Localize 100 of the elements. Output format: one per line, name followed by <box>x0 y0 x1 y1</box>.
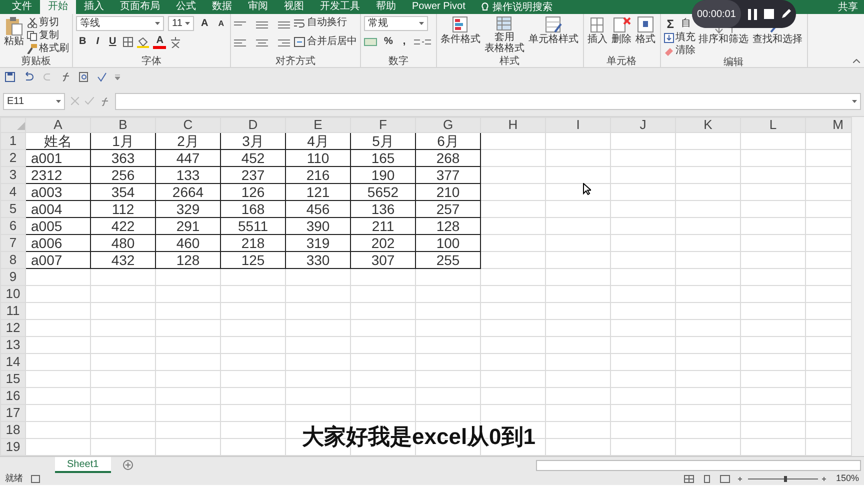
row-header[interactable]: 18 <box>0 422 26 438</box>
column-header[interactable]: A <box>26 118 90 132</box>
name-box[interactable]: E11 <box>3 92 65 110</box>
table-cell: 5511 <box>220 218 286 234</box>
percent-button[interactable]: % <box>381 35 396 49</box>
underline-button[interactable]: U <box>106 35 120 49</box>
ribbon-button[interactable]: 删除 <box>610 16 633 45</box>
row-header[interactable]: 10 <box>0 286 26 302</box>
grow-font-button[interactable]: A <box>198 16 212 30</box>
ribbon-tab[interactable]: 文件 <box>4 0 40 14</box>
table-cell: 6月 <box>416 132 480 150</box>
add-sheet-icon[interactable] <box>122 460 133 470</box>
stop-icon[interactable] <box>764 9 774 19</box>
ribbon-button[interactable]: 剪切 <box>27 16 69 29</box>
column-header[interactable]: G <box>416 118 480 132</box>
table-cell: 168 <box>220 200 286 218</box>
table-cell: 5652 <box>350 184 416 200</box>
row-header[interactable]: 16 <box>0 388 26 404</box>
pen-icon[interactable] <box>780 9 791 19</box>
table-cell: 100 <box>416 234 480 252</box>
ribbon-button[interactable]: 套用 表格格式 <box>484 16 526 54</box>
share-button[interactable]: 共享 <box>838 0 858 14</box>
column-header[interactable]: H <box>480 118 546 132</box>
ribbon-tab[interactable]: 帮助 <box>368 0 404 14</box>
zoom-level[interactable]: 150% <box>836 472 859 486</box>
font-size-dropdown[interactable]: 11 <box>168 16 194 31</box>
comma-button[interactable]: , <box>400 35 409 49</box>
table-cell: 319 <box>286 234 350 252</box>
ribbon-button[interactable]: 自动换行 <box>294 16 358 29</box>
scissors-icon <box>27 18 37 28</box>
table-cell: 125 <box>220 252 286 268</box>
function-icon <box>100 96 109 106</box>
ribbon-tab[interactable]: 视图 <box>276 0 312 14</box>
column-header[interactable]: D <box>220 118 286 132</box>
ribbon-button[interactable]: 格式刷 <box>27 42 69 55</box>
table-cell: 121 <box>286 184 350 200</box>
row-header[interactable]: 9 <box>0 268 26 286</box>
row-header[interactable]: 8 <box>0 252 26 268</box>
column-header[interactable]: C <box>156 118 220 132</box>
ribbon-button[interactable]: 复制 <box>27 29 69 42</box>
row-header[interactable]: 15 <box>0 370 26 388</box>
number-format-dropdown[interactable]: 常规 <box>364 16 428 31</box>
column-header[interactable]: K <box>676 118 740 132</box>
column-header[interactable]: M <box>806 118 851 132</box>
row-header[interactable]: 19 <box>0 438 26 456</box>
sheet-tab[interactable]: Sheet1 <box>55 457 111 473</box>
ribbon-tab[interactable]: 数据 <box>204 0 240 14</box>
row-header[interactable]: 1 <box>0 132 26 150</box>
ribbon-tab[interactable]: 审阅 <box>240 0 276 14</box>
column-header[interactable]: F <box>350 118 416 132</box>
ribbon-button[interactable]: 填充 <box>664 31 696 44</box>
ribbon-tab[interactable]: 公式 <box>168 0 204 14</box>
ribbon-tab[interactable]: 开始 <box>40 0 76 14</box>
ribbon-tab[interactable]: 页面布局 <box>112 0 168 14</box>
formula-input[interactable] <box>115 92 861 110</box>
ribbon-tab[interactable]: 插入 <box>76 0 112 14</box>
search-hint[interactable]: 操作说明搜索 <box>492 0 552 14</box>
ribbon-tab[interactable]: Power Pivot <box>404 0 474 14</box>
row-header[interactable]: 3 <box>0 166 26 184</box>
vertical-scrollbar[interactable] <box>851 117 864 456</box>
ribbon-button[interactable]: 格式 <box>634 16 657 45</box>
ribbon-tab[interactable]: 开发工具 <box>312 0 368 14</box>
status-text: 就绪 <box>5 472 23 486</box>
row-header[interactable]: 7 <box>0 234 26 252</box>
row-header[interactable]: 6 <box>0 218 26 234</box>
font-color-button[interactable]: A <box>153 36 166 48</box>
column-header[interactable]: J <box>610 118 676 132</box>
eraser-icon <box>664 46 674 56</box>
table-cell: 190 <box>350 166 416 184</box>
shrink-font-button[interactable]: A <box>215 16 228 30</box>
column-header[interactable]: I <box>546 118 610 132</box>
row-header[interactable]: 11 <box>0 302 26 320</box>
row-header[interactable]: 4 <box>0 184 26 200</box>
ribbon-button[interactable]: 单元格样式 <box>528 16 580 45</box>
row-header[interactable]: 12 <box>0 320 26 336</box>
autosum-label[interactable]: 自 <box>680 16 691 31</box>
row-header[interactable]: 17 <box>0 404 26 422</box>
pause-icon[interactable] <box>748 8 757 20</box>
row-header[interactable]: 14 <box>0 354 26 370</box>
column-header[interactable]: E <box>286 118 350 132</box>
row-header[interactable]: 5 <box>0 200 26 218</box>
ribbon-button[interactable]: 合并后居中 <box>294 35 358 48</box>
table-cell: 1月 <box>90 132 156 150</box>
column-header[interactable]: B <box>90 118 156 132</box>
italic-button[interactable]: I <box>93 35 102 49</box>
bold-button[interactable]: B <box>76 35 90 49</box>
sigma-glyph: Σ <box>666 16 675 30</box>
column-header[interactable]: L <box>740 118 806 132</box>
ribbon-button[interactable]: 条件格式 <box>440 16 482 45</box>
row-header[interactable]: 2 <box>0 150 26 166</box>
ribbon-button[interactable]: 清除 <box>664 44 696 57</box>
table-cell: a001 <box>26 150 90 166</box>
group-label: 数字 <box>387 56 410 67</box>
ribbon-button[interactable]: 插入 <box>586 16 609 45</box>
ribbon-button[interactable]: 粘贴 <box>3 16 25 47</box>
row-header[interactable]: 13 <box>0 336 26 354</box>
table-cell: 218 <box>220 234 286 252</box>
horizontal-scrollbar[interactable] <box>536 460 861 470</box>
table-cell: 3月 <box>220 132 286 150</box>
font-name-dropdown[interactable]: 等线 <box>76 16 164 31</box>
